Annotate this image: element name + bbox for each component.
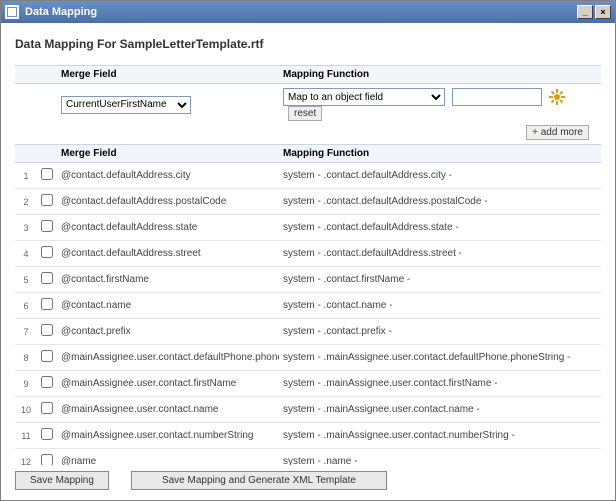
configure-icon[interactable]	[549, 89, 565, 105]
mapping-function-header-label: Mapping Function	[279, 69, 601, 80]
row-mapping-function: system - .mainAssignee.user.contact.numb…	[279, 430, 601, 441]
row-index: 7	[15, 327, 37, 337]
row-mapping-function: system - .name -	[279, 456, 601, 465]
addmore-row: add more	[15, 123, 601, 144]
row-checkbox[interactable]	[41, 402, 53, 414]
table-row: 10 @mainAssignee.user.contact.namesystem …	[15, 397, 601, 423]
table-row: 1 @contact.defaultAddress.citysystem - .c…	[15, 163, 601, 189]
row-mapping-function: system - .mainAssignee.user.contact.firs…	[279, 378, 601, 389]
row-checkbox[interactable]	[41, 350, 53, 362]
merge-field-header-label: Merge Field	[57, 69, 279, 80]
row-mapping-function: system - .contact.name -	[279, 300, 601, 311]
list-header-merge: Merge Field	[57, 148, 279, 159]
list-header: Merge Field Mapping Function	[15, 144, 601, 163]
data-mapping-window: Data Mapping _ × Data Mapping For Sample…	[0, 0, 616, 501]
row-index: 8	[15, 353, 37, 363]
row-merge-field: @mainAssignee.user.contact.defaultPhone.…	[57, 352, 279, 363]
page-title: Data Mapping For SampleLetterTemplate.rt…	[15, 37, 601, 51]
row-mapping-function: system - .contact.firstName -	[279, 274, 601, 285]
row-checkbox[interactable]	[41, 454, 53, 465]
content-area: Data Mapping For SampleLetterTemplate.rt…	[1, 23, 615, 465]
reset-button[interactable]: reset	[288, 106, 322, 121]
minimize-button[interactable]: _	[577, 5, 593, 19]
add-more-button[interactable]: add more	[526, 125, 589, 140]
row-index: 5	[15, 275, 37, 285]
row-index: 3	[15, 223, 37, 233]
row-index: 6	[15, 301, 37, 311]
row-merge-field: @contact.firstName	[57, 274, 279, 285]
mapping-value-input[interactable]	[452, 88, 542, 106]
row-index: 1	[15, 171, 37, 181]
table-row: 7 @contact.prefixsystem - .contact.prefix…	[15, 319, 601, 345]
list-body: 1@contact.defaultAddress.citysystem - .c…	[15, 163, 601, 465]
row-checkbox[interactable]	[41, 220, 53, 232]
save-mapping-button[interactable]: Save Mapping	[15, 471, 109, 490]
window-title: Data Mapping	[25, 6, 97, 18]
app-icon	[5, 5, 19, 19]
table-row: 4 @contact.defaultAddress.streetsystem - …	[15, 241, 601, 267]
row-mapping-function: system - .contact.defaultAddress.state -	[279, 222, 601, 233]
row-merge-field: @contact.defaultAddress.postalCode	[57, 196, 279, 207]
row-checkbox[interactable]	[41, 376, 53, 388]
row-merge-field: @mainAssignee.user.contact.name	[57, 404, 279, 415]
table-row: 3 @contact.defaultAddress.statesystem - .…	[15, 215, 601, 241]
controls-header: Merge Field Mapping Function	[15, 65, 601, 84]
row-index: 10	[15, 405, 37, 415]
table-row: 6 @contact.namesystem - .contact.name -	[15, 293, 601, 319]
row-mapping-function: system - .contact.defaultAddress.postalC…	[279, 196, 601, 207]
row-index: 12	[15, 457, 37, 466]
merge-field-select[interactable]: CurrentUserFirstName	[61, 96, 191, 114]
row-merge-field: @name	[57, 456, 279, 465]
row-merge-field: @contact.defaultAddress.street	[57, 248, 279, 259]
row-checkbox[interactable]	[41, 168, 53, 180]
row-mapping-function: system - .contact.defaultAddress.street …	[279, 248, 601, 259]
row-mapping-function: system - .mainAssignee.user.contact.name…	[279, 404, 601, 415]
titlebar: Data Mapping _ ×	[1, 1, 615, 23]
row-mapping-function: system - .contact.defaultAddress.city -	[279, 170, 601, 181]
row-checkbox[interactable]	[41, 324, 53, 336]
list-header-map: Mapping Function	[279, 148, 601, 159]
table-row: 5 @contact.firstNamesystem - .contact.fir…	[15, 267, 601, 293]
row-checkbox[interactable]	[41, 428, 53, 440]
table-row: 2 @contact.defaultAddress.postalCodesyste…	[15, 189, 601, 215]
row-index: 11	[15, 431, 37, 441]
row-mapping-function: system - .mainAssignee.user.contact.defa…	[279, 352, 601, 363]
row-merge-field: @mainAssignee.user.contact.firstName	[57, 378, 279, 389]
table-row: 12 @namesystem - .name -	[15, 449, 601, 465]
row-merge-field: @contact.defaultAddress.city	[57, 170, 279, 181]
row-index: 4	[15, 249, 37, 259]
row-merge-field: @mainAssignee.user.contact.numberString	[57, 430, 279, 441]
row-checkbox[interactable]	[41, 246, 53, 258]
controls-row: CurrentUserFirstName Map to an object fi…	[15, 84, 601, 123]
row-index: 9	[15, 379, 37, 389]
row-checkbox[interactable]	[41, 194, 53, 206]
close-button[interactable]: ×	[595, 5, 611, 19]
row-merge-field: @contact.prefix	[57, 326, 279, 337]
table-row: 11 @mainAssignee.user.contact.numberStrin…	[15, 423, 601, 449]
row-checkbox[interactable]	[41, 298, 53, 310]
save-mapping-generate-button[interactable]: Save Mapping and Generate XML Template	[131, 471, 387, 490]
footer: Save Mapping Save Mapping and Generate X…	[1, 465, 615, 500]
row-merge-field: @contact.name	[57, 300, 279, 311]
mapping-function-select[interactable]: Map to an object field	[283, 88, 445, 106]
row-mapping-function: system - .contact.prefix -	[279, 326, 601, 337]
row-checkbox[interactable]	[41, 272, 53, 284]
row-index: 2	[15, 197, 37, 207]
table-row: 8 @mainAssignee.user.contact.defaultPhone…	[15, 345, 601, 371]
row-merge-field: @contact.defaultAddress.state	[57, 222, 279, 233]
table-row: 9 @mainAssignee.user.contact.firstNamesys…	[15, 371, 601, 397]
